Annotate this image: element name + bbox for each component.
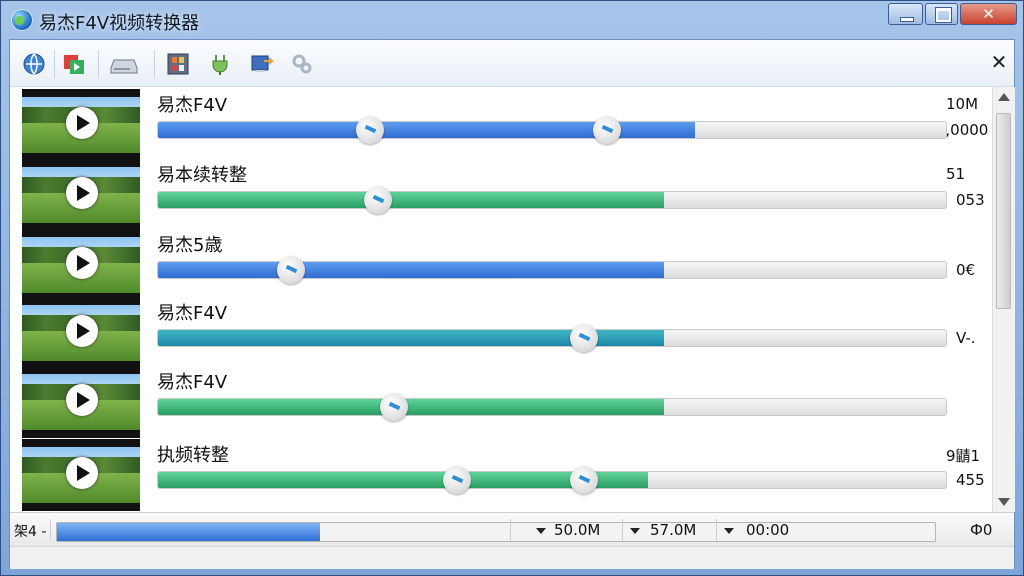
video-thumbnail[interactable]: [22, 439, 140, 511]
app-window: 易杰F4V视频转换器 ✕ ✕ 易杰F4V 10M 1.00,0000 易本续转整…: [0, 0, 1024, 576]
file-progress-bar[interactable]: [157, 471, 947, 489]
toolbar-separator: [54, 50, 55, 78]
file-progress-bar[interactable]: [157, 191, 947, 209]
slider-handle[interactable]: [593, 116, 621, 144]
bottom-strip: [10, 546, 1014, 569]
scroll-down-icon[interactable]: [998, 498, 1010, 506]
chevron-down-icon[interactable]: [724, 528, 734, 534]
toolbar: ✕: [10, 40, 1014, 87]
total-size-field[interactable]: 57.0M: [650, 521, 696, 539]
file-progress-bar[interactable]: [157, 261, 947, 279]
slider-handle[interactable]: [277, 256, 305, 284]
file-detail: V-.: [956, 329, 976, 347]
play-icon[interactable]: [66, 384, 98, 416]
file-progress-fill: [158, 192, 664, 208]
play-icon[interactable]: [66, 247, 98, 279]
video-thumbnail[interactable]: [22, 366, 140, 438]
minimize-button[interactable]: [888, 3, 923, 25]
file-detail: 053: [956, 191, 985, 209]
vertical-scrollbar[interactable]: [992, 87, 1015, 512]
file-progress-fill: [158, 399, 664, 415]
play-icon[interactable]: [66, 315, 98, 347]
slider-handle[interactable]: [364, 186, 392, 214]
file-row[interactable]: 执频转整 9鼱1 455: [10, 437, 992, 511]
video-thumbnail[interactable]: [22, 229, 140, 301]
slider-handle[interactable]: [570, 466, 598, 494]
file-progress-bar[interactable]: [157, 329, 947, 347]
file-name: 易杰5歳: [157, 235, 223, 256]
slider-handle[interactable]: [570, 324, 598, 352]
file-row[interactable]: 易杰F4V V-.: [10, 295, 992, 369]
status-separator: [622, 519, 623, 541]
export-icon[interactable]: [250, 52, 275, 76]
file-detail: 455: [956, 471, 985, 489]
app-globe-icon: [11, 9, 33, 31]
toolbar-separator: [154, 50, 155, 78]
close-icon[interactable]: ✕: [988, 50, 1010, 74]
chevron-down-icon[interactable]: [630, 528, 640, 534]
maximize-button[interactable]: [925, 3, 958, 25]
status-bar: 架4 - 50.0M 57.0M 00:00 Ф0: [10, 512, 1014, 547]
total-progress-bar: [56, 522, 936, 542]
scroll-thumb[interactable]: [996, 113, 1011, 309]
scroll-up-icon[interactable]: [998, 93, 1010, 101]
file-list: 易杰F4V 10M 1.00,0000 易本续转整 51 053 易杰5歳 0€ 易杰F4V V-…: [10, 87, 992, 512]
status-separator: [716, 519, 717, 541]
file-progress-bar[interactable]: [157, 121, 947, 139]
slider-handle[interactable]: [443, 466, 471, 494]
time-field[interactable]: 00:00: [746, 521, 789, 539]
video-thumbnail[interactable]: [22, 159, 140, 231]
convert-icon[interactable]: [62, 52, 86, 76]
file-size: 10M: [946, 95, 979, 113]
file-name: 执频转整: [157, 445, 229, 466]
output-size-field[interactable]: 50.0M: [554, 521, 600, 539]
title-bar[interactable]: 易杰F4V视频转换器 ✕: [1, 1, 1023, 39]
file-size: 9鼱1: [946, 447, 981, 465]
play-icon[interactable]: [66, 177, 98, 209]
file-row[interactable]: 易杰5歳 0€: [10, 227, 992, 301]
status-separator: [50, 519, 51, 541]
file-name: 易杰F4V: [157, 95, 228, 116]
file-detail: 0€: [956, 261, 976, 279]
toolbar-separator: [98, 50, 99, 78]
file-size: 51: [946, 165, 966, 183]
globe-icon[interactable]: [22, 52, 46, 76]
disk-icon[interactable]: [110, 52, 138, 76]
status-right-text: Ф0: [970, 521, 993, 539]
chevron-down-icon[interactable]: [536, 528, 546, 534]
file-name: 易杰F4V: [157, 303, 228, 324]
file-progress-bar[interactable]: [157, 398, 947, 416]
video-thumbnail[interactable]: [22, 89, 140, 161]
status-separator: [510, 519, 511, 541]
window-title: 易杰F4V视频转换器: [39, 13, 200, 34]
file-progress-fill: [158, 262, 664, 278]
play-icon[interactable]: [66, 107, 98, 139]
minimize-icon: [900, 17, 914, 22]
file-name: 易本续转整: [157, 165, 247, 186]
maximize-icon: [935, 7, 952, 23]
total-progress-fill: [57, 523, 320, 541]
close-window-button[interactable]: ✕: [960, 3, 1017, 25]
file-row[interactable]: 易杰F4V 10M 1.00,0000: [10, 87, 992, 161]
file-name: 易杰F4V: [157, 372, 228, 393]
plug-icon[interactable]: [208, 52, 232, 76]
settings-icon[interactable]: [290, 52, 314, 76]
film-icon[interactable]: [166, 52, 190, 76]
status-label: 架4 -: [14, 524, 47, 540]
file-row[interactable]: 易杰F4V: [10, 364, 992, 438]
client-area: ✕ 易杰F4V 10M 1.00,0000 易本续转整 51 053 易杰5歳 0€ 易杰F4V…: [9, 39, 1015, 569]
file-row[interactable]: 易本续转整 51 053: [10, 157, 992, 231]
play-icon[interactable]: [66, 457, 98, 489]
slider-handle[interactable]: [380, 393, 408, 421]
slider-handle[interactable]: [356, 116, 384, 144]
video-thumbnail[interactable]: [22, 297, 140, 369]
